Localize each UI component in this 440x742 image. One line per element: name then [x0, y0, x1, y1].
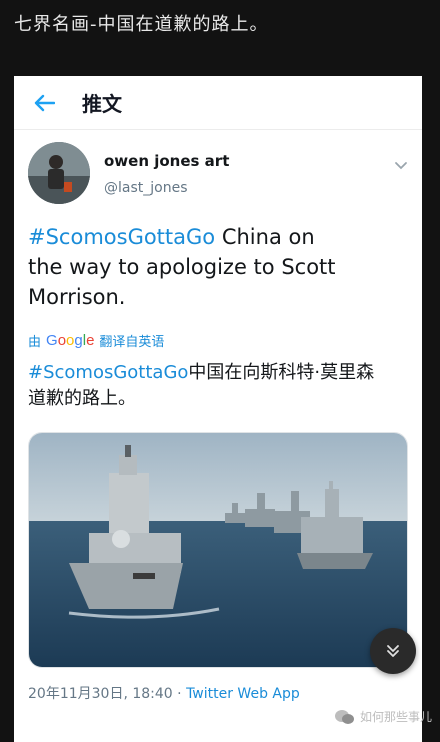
- back-arrow-icon: [34, 94, 55, 111]
- watermark-text: 如何那些事儿: [360, 710, 433, 724]
- tweet-text: #ScomosGottaGo China on the way to apolo…: [28, 222, 413, 312]
- translation-attribution[interactable]: 由 Google 翻译自英语: [28, 331, 164, 350]
- author-display-name[interactable]: owen jones art: [104, 152, 229, 170]
- tweet-media-image[interactable]: [28, 432, 408, 668]
- google-logo: Google: [46, 332, 95, 349]
- meta-separator: ·: [172, 686, 187, 702]
- tweet-text-line1: China on: [215, 225, 315, 249]
- tweet-timestamp[interactable]: 20年11月30日, 18:40: [28, 686, 173, 702]
- double-chevron-down-icon: [387, 645, 399, 657]
- page-title: 推文: [82, 92, 122, 116]
- tweet-text-line2: the way to apologize to Scott: [28, 255, 336, 279]
- tweet-card: 推文 owen jones art @last_jones #ScomosGot…: [14, 76, 422, 742]
- chevron-down-icon: [395, 162, 407, 170]
- translated-line2: 道歉的路上。: [28, 388, 136, 409]
- tweet-meta: 20年11月30日, 18:40 · Twitter Web App: [28, 683, 300, 703]
- translated-hashtag-link[interactable]: #ScomosGottaGo: [28, 362, 188, 383]
- author-row: owen jones art @last_jones: [14, 130, 422, 214]
- translated-line1: 中国在向斯科特·莫里森: [188, 362, 375, 383]
- author-handle[interactable]: @last_jones: [104, 180, 188, 196]
- translation-prefix: 由: [28, 335, 42, 350]
- scroll-down-button[interactable]: [370, 628, 416, 674]
- tweet-text-line3: Morrison.: [28, 285, 126, 309]
- page-caption: 七界名画-中国在道歉的路上。: [14, 14, 269, 35]
- tweet-source-link[interactable]: Twitter Web App: [186, 686, 300, 702]
- watermark: 如何那些事儿: [334, 708, 432, 725]
- wechat-icon: [335, 709, 354, 724]
- avatar[interactable]: [28, 142, 90, 204]
- translation-suffix: 翻译自英语: [99, 335, 165, 350]
- hashtag-link[interactable]: #ScomosGottaGo: [28, 225, 215, 249]
- top-bar: 推文: [14, 76, 422, 130]
- tweet-options-button[interactable]: [394, 156, 408, 175]
- translated-text: #ScomosGottaGo中国在向斯科特·莫里森 道歉的路上。: [28, 360, 413, 412]
- back-button[interactable]: [14, 94, 74, 112]
